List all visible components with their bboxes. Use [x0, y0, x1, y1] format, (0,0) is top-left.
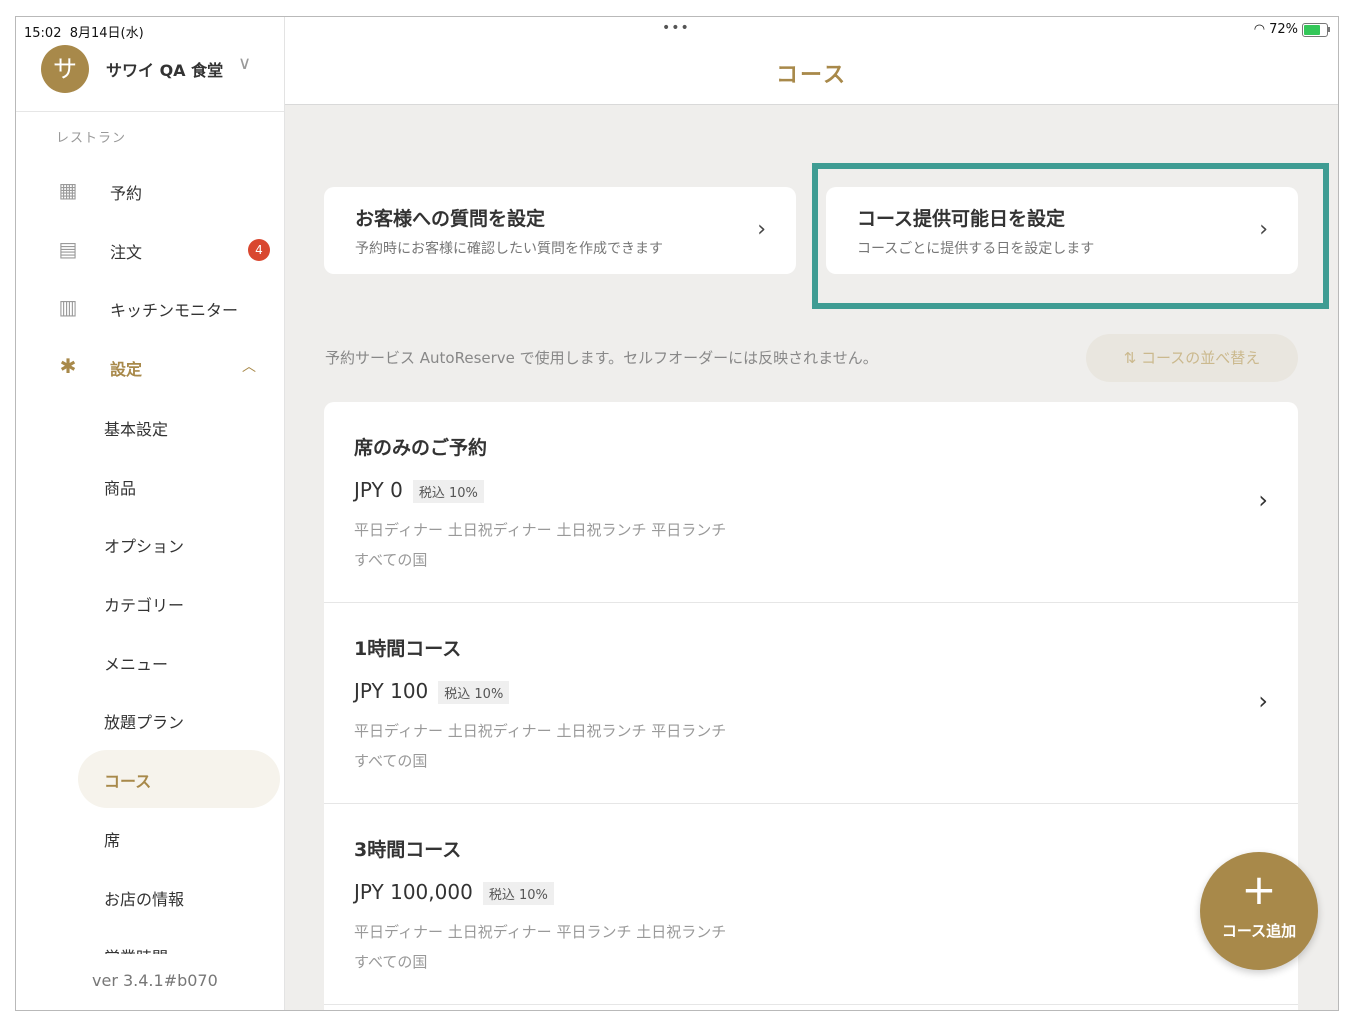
course-row[interactable]: 席のみのご予約 JPY 0 税込 10% 平日ディナー 土日祝ディナー 土日祝ラン… — [324, 402, 1298, 603]
chevron-right-icon: › — [1258, 486, 1268, 514]
section-label: レストラン — [56, 131, 127, 146]
course-price: JPY 100 — [354, 679, 429, 703]
course-price: JPY 0 — [354, 478, 403, 502]
sidebar-item-orders[interactable]: ▤ 注文 4 — [16, 229, 284, 273]
gear-icon: ✱ — [59, 354, 77, 378]
card-subtitle: 予約時にお客様に確認したい質問を作成できます — [355, 241, 663, 257]
course-time-tags: 平日ディナー 土日祝ディナー 平日ランチ 土日祝ランチ — [354, 923, 727, 941]
sidebar-item-reservations[interactable]: ▦ 予約 — [16, 170, 284, 214]
sidebar-subitem-seats[interactable]: 席 — [104, 827, 120, 851]
course-row[interactable]: 3時間コース JPY 100,000 税込 10% 平日ディナー 土日祝ディナー … — [324, 804, 1298, 1005]
chevron-down-icon: ∨ — [238, 53, 252, 74]
chevron-up-icon: ︿ — [242, 359, 256, 375]
app-version: ver 3.4.1#b070 — [92, 971, 218, 990]
main-content: コース お客様への質問を設定 予約時にお客様に確認したい質問を作成できます › … — [285, 17, 1338, 1010]
sort-icon: ⇅ — [1123, 349, 1142, 367]
course-name: 1時間コース — [354, 638, 462, 660]
sidebar-subitem-options[interactable]: オプション — [104, 533, 184, 557]
page-title: コース — [776, 63, 847, 88]
app-window: サ サワイ QA 食堂 ∨ レストラン ▦ 予約 ▤ 注文 4 ▥ キッチンモニ… — [15, 16, 1339, 1011]
store-name: サワイ QA 食堂 — [106, 61, 224, 80]
multitasking-dots-icon[interactable]: ••• — [662, 20, 690, 36]
plus-icon: + — [1241, 865, 1277, 914]
sidebar-item-label: 予約 — [110, 184, 143, 203]
sidebar-item-label: 注文 — [110, 243, 143, 262]
sidebar: サ サワイ QA 食堂 ∨ レストラン ▦ 予約 ▤ 注文 4 ▥ キッチンモニ… — [16, 17, 285, 1010]
battery-percent: 72% — [1269, 22, 1298, 37]
calendar-icon: ▦ — [58, 178, 78, 202]
course-price-line: JPY 0 税込 10% — [354, 478, 484, 503]
course-name: 3時間コース — [354, 839, 462, 861]
course-row[interactable]: 1時間コース JPY 100 税込 10% 平日ディナー 土日祝ディナー 土日祝ラ… — [324, 603, 1298, 804]
sidebar-subitem-courses[interactable]: コース — [104, 768, 151, 792]
notice-text: 予約サービス AutoReserve で使用します。セルフオーダーには反映されま… — [325, 349, 878, 367]
sidebar-subitem-basic-settings[interactable]: 基本設定 — [104, 416, 168, 440]
course-country: すべての国 — [354, 752, 428, 770]
customer-questions-card[interactable]: お客様への質問を設定 予約時にお客様に確認したい質問を作成できます › — [324, 187, 796, 274]
highlight-box — [812, 163, 1329, 309]
receipt-icon: ▥ — [58, 295, 78, 319]
tax-badge: 税込 10% — [438, 681, 510, 704]
course-time-tags: 平日ディナー 土日祝ディナー 土日祝ランチ 平日ランチ — [354, 521, 727, 539]
sidebar-subitem-products[interactable]: 商品 — [104, 475, 136, 499]
order-count-badge: 4 — [248, 239, 270, 261]
store-selector[interactable]: サ サワイ QA 食堂 ∨ — [16, 41, 284, 112]
sidebar-item-kitchen-monitor[interactable]: ▥ キッチンモニター — [16, 287, 284, 331]
card-title: お客様への質問を設定 — [355, 208, 546, 230]
chevron-right-icon: › — [757, 217, 766, 242]
course-country: すべての国 — [354, 953, 428, 971]
tax-badge: 税込 10% — [482, 882, 554, 905]
sidebar-item-label: キッチンモニター — [110, 301, 239, 320]
sort-courses-button[interactable]: ⇅ コースの並べ替え — [1086, 334, 1298, 382]
sidebar-subitem-all-you-can-plans[interactable]: 放題プラン — [104, 709, 184, 733]
add-course-button[interactable]: + コース追加 — [1200, 852, 1318, 970]
wifi-icon: ◠ — [1253, 22, 1266, 37]
avatar: サ — [41, 45, 89, 93]
course-list: 席のみのご予約 JPY 0 税込 10% 平日ディナー 土日祝ディナー 土日祝ラン… — [324, 402, 1298, 1010]
course-price-line: JPY 100,000 税込 10% — [354, 880, 554, 905]
add-course-label: コース追加 — [1221, 922, 1297, 940]
status-indicators: ◠ 72% — [1253, 22, 1330, 37]
battery-charging-icon — [1302, 22, 1330, 37]
course-price-line: JPY 100 税込 10% — [354, 679, 510, 704]
order-icon: ▤ — [58, 237, 78, 261]
chevron-right-icon: › — [1258, 687, 1268, 715]
sidebar-subitem-business-hours[interactable]: 営業時間 — [104, 944, 168, 954]
status-bar: 15:02 8月14日(水) ••• ◠ 72% — [16, 17, 1338, 43]
tax-badge: 税込 10% — [412, 480, 484, 503]
course-time-tags: 平日ディナー 土日祝ディナー 土日祝ランチ 平日ランチ — [354, 722, 727, 740]
sidebar-subitem-store-info[interactable]: お店の情報 — [104, 886, 184, 910]
sidebar-subitem-categories[interactable]: カテゴリー — [104, 592, 184, 616]
course-name: 席のみのご予約 — [354, 437, 488, 459]
course-country: すべての国 — [354, 551, 428, 569]
sort-button-label: コースの並べ替え — [1141, 349, 1261, 367]
sidebar-item-label: 設定 — [110, 360, 143, 379]
sidebar-item-settings[interactable]: ✱ 設定 ︿ — [16, 346, 284, 390]
sidebar-subitem-menu[interactable]: メニュー — [104, 651, 168, 675]
status-time: 15:02 8月14日(水) — [24, 26, 144, 41]
course-price: JPY 100,000 — [354, 880, 473, 904]
